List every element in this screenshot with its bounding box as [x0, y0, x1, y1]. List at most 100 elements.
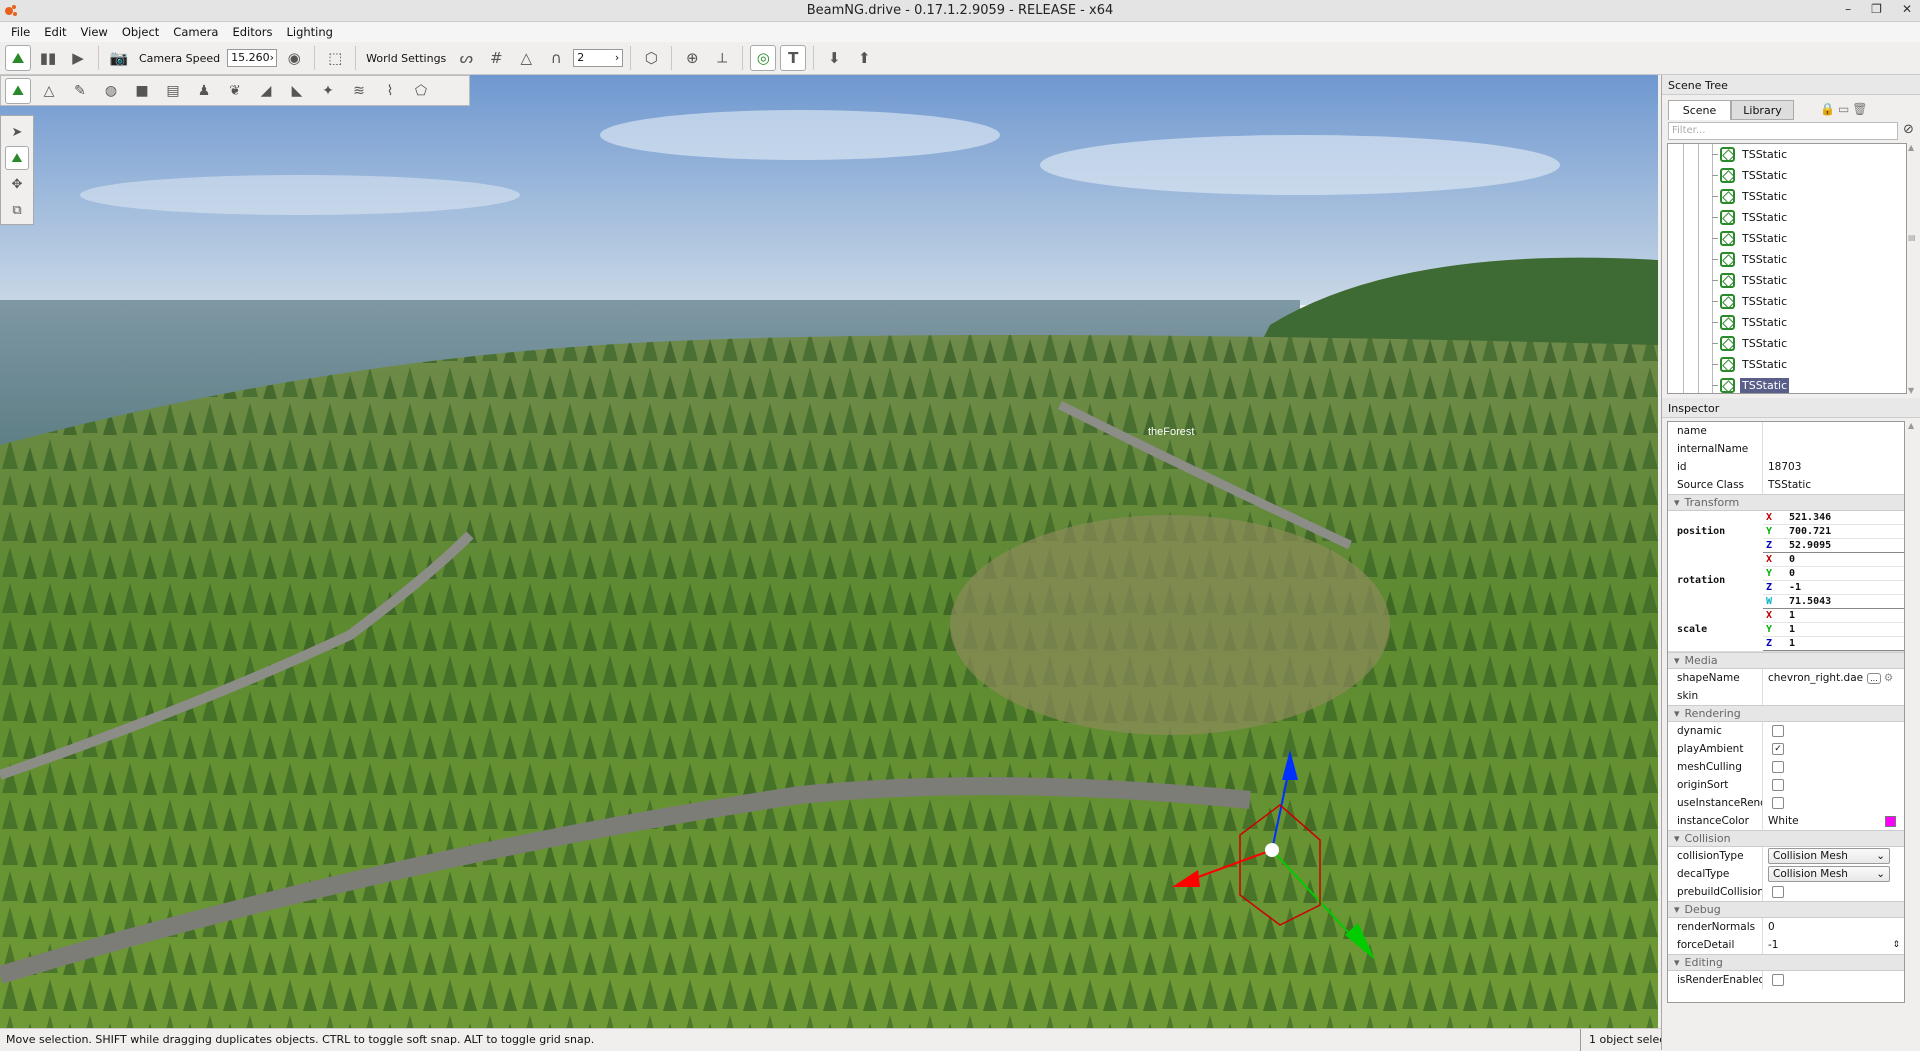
clear-filter-icon[interactable]: ⊘ — [1903, 122, 1914, 137]
tab-library[interactable]: Library — [1731, 100, 1794, 120]
inspector-scrollbar[interactable]: ▲ — [1908, 421, 1918, 1003]
menu-camera[interactable]: Camera — [166, 22, 225, 42]
section-collision[interactable]: ▾ Collision — [1668, 830, 1904, 847]
chevron-right-icon[interactable]: › — [615, 51, 619, 65]
rotation-w-field[interactable]: W 71.5043 — [1763, 595, 1904, 609]
tree-item[interactable]: TSStatic — [1668, 375, 1906, 393]
axis-value[interactable]: 71.5043 — [1777, 596, 1831, 607]
tree-item[interactable]: TSStatic — [1668, 186, 1906, 207]
originsort-checkbox[interactable] — [1772, 779, 1784, 791]
skin-field[interactable] — [1763, 687, 1904, 705]
pivot-icon[interactable]: ⊕ — [679, 45, 705, 71]
tree-item[interactable]: TSStatic — [1668, 165, 1906, 186]
section-debug[interactable]: ▾ Debug — [1668, 901, 1904, 918]
scale-z-field[interactable]: Z1 — [1763, 637, 1904, 651]
spinner-icon[interactable]: ⇕ — [1892, 940, 1900, 950]
section-rendering[interactable]: ▾ Rendering — [1668, 705, 1904, 722]
3d-viewport[interactable]: theForest — [0, 75, 1658, 1028]
axis-value[interactable]: -1 — [1777, 582, 1801, 593]
axis-value[interactable]: 521.346 — [1777, 512, 1831, 523]
magnet-icon[interactable]: ∩ — [543, 45, 569, 71]
tree-item[interactable]: TSStatic — [1668, 354, 1906, 375]
drop-at-icon[interactable]: ⬆ — [851, 45, 877, 71]
gizmo-center[interactable] — [1265, 843, 1279, 857]
menu-object[interactable]: Object — [115, 22, 166, 42]
group-icon[interactable]: ▭ — [1838, 102, 1852, 116]
terrain-editor-icon[interactable]: △ — [36, 78, 62, 104]
property-value[interactable] — [1763, 440, 1904, 458]
move-tool-icon[interactable]: ⛰ — [5, 146, 29, 170]
align-icon[interactable]: ⟂ — [709, 45, 735, 71]
world-editor-icon[interactable]: ⛰ — [5, 45, 31, 71]
rotation-z-field[interactable]: Z -1 — [1763, 581, 1904, 595]
playambient-checkbox[interactable]: ✓ — [1772, 743, 1784, 755]
instance-color-swatch[interactable] — [1885, 815, 1896, 827]
select-box-icon[interactable]: ◎ — [750, 45, 777, 71]
world-settings-button[interactable]: World Settings — [366, 52, 446, 65]
terrain-painter-icon[interactable]: ✎ — [67, 78, 93, 104]
axis-value[interactable]: 52.9095 — [1777, 540, 1831, 551]
select-arrow-icon[interactable]: ➤ — [5, 120, 29, 144]
axis-value[interactable]: 1 — [1777, 610, 1795, 621]
is-render-enabled-checkbox[interactable] — [1772, 974, 1784, 986]
rotate-tool-icon[interactable]: ✥ — [5, 172, 29, 196]
property-value[interactable] — [1763, 422, 1904, 440]
material-editor-icon[interactable]: ◍ — [98, 78, 124, 104]
rotation-y-field[interactable]: Y0 — [1763, 567, 1904, 581]
menu-file[interactable]: File — [4, 22, 37, 42]
position-z-field[interactable]: Z 52.9095 — [1763, 539, 1904, 553]
tab-scene[interactable]: Scene — [1668, 100, 1731, 120]
prebuild-collision-checkbox[interactable] — [1772, 886, 1784, 898]
chevron-right-icon[interactable]: › — [270, 51, 274, 65]
tree-item[interactable]: TSStatic — [1668, 291, 1906, 312]
tree-item[interactable]: TSStatic — [1668, 207, 1906, 228]
camera-icon[interactable]: 📷 — [106, 45, 132, 71]
section-transform[interactable]: ▾ Transform — [1668, 494, 1904, 511]
axis-value[interactable]: 700.721 — [1777, 526, 1831, 537]
minimize-button[interactable]: – — [1845, 2, 1851, 16]
sketch-icon[interactable]: ■ — [129, 78, 155, 104]
object-editor-icon[interactable]: ⛰ — [5, 77, 31, 104]
datablock-icon[interactable]: ▤ — [160, 78, 186, 104]
screenshot-icon[interactable]: ⬚ — [322, 45, 348, 71]
menu-view[interactable]: View — [74, 22, 115, 42]
decal-road-icon[interactable]: ⌇ — [377, 78, 403, 104]
object-icon[interactable]: ⬡ — [638, 45, 664, 71]
delete-icon[interactable]: 🗑 — [1852, 102, 1870, 116]
tree-item[interactable]: TSStatic — [1668, 333, 1906, 354]
instance-color-value[interactable]: White — [1768, 815, 1799, 827]
menu-lighting[interactable]: Lighting — [279, 22, 339, 42]
grid-icon[interactable]: # — [483, 45, 509, 71]
tree-item[interactable]: TSStatic — [1668, 144, 1906, 165]
tree-scrollbar[interactable]: ▲ ▤ ▼ — [1908, 143, 1918, 395]
scale-x-field[interactable]: X1 — [1763, 609, 1904, 623]
meshculling-checkbox[interactable] — [1772, 761, 1784, 773]
position-x-field[interactable]: X 521.346 — [1763, 511, 1904, 525]
scale-y-field[interactable]: Y1 — [1763, 623, 1904, 637]
navmesh-icon[interactable]: ⬠ — [408, 78, 434, 104]
property-value[interactable]: TSStatic — [1763, 476, 1904, 494]
property-value[interactable]: 18703 — [1763, 458, 1904, 476]
menu-editors[interactable]: Editors — [225, 22, 279, 42]
layout-icon[interactable]: ▮▮ — [35, 45, 61, 71]
axis-value[interactable]: 0 — [1777, 568, 1795, 579]
useinstancerend-checkbox[interactable] — [1772, 797, 1784, 809]
scene-tree-list[interactable]: TSStatic TSStatic TSStatic TSStatic TSStatic… — [1667, 143, 1907, 394]
render-normals-value[interactable]: 0 — [1763, 918, 1904, 936]
road-editor-icon[interactable]: ≋ — [346, 78, 372, 104]
text-icon[interactable]: T — [780, 45, 807, 71]
river-editor-icon[interactable]: ✦ — [315, 78, 341, 104]
force-detail-value[interactable]: -1 — [1768, 939, 1778, 951]
forest-editor-icon[interactable]: ❦ — [222, 78, 248, 104]
collision-type-select[interactable]: Collision Mesh ⌄ — [1768, 848, 1890, 864]
shape-preview-icon[interactable]: ⚙ — [1884, 672, 1893, 684]
snap-icon[interactable]: ᔕ — [453, 45, 479, 71]
dynamic-checkbox[interactable] — [1772, 725, 1784, 737]
drop-icon[interactable]: ⬇ — [821, 45, 847, 71]
shape-name-value[interactable]: chevron_right.dae — [1768, 672, 1863, 684]
tree-item[interactable]: TSStatic — [1668, 228, 1906, 249]
tree-item[interactable]: TSStatic — [1668, 249, 1906, 270]
play-icon[interactable]: ▶ — [65, 45, 91, 71]
restore-button[interactable]: ❐ — [1871, 2, 1882, 16]
axis-value[interactable]: 1 — [1777, 638, 1795, 649]
